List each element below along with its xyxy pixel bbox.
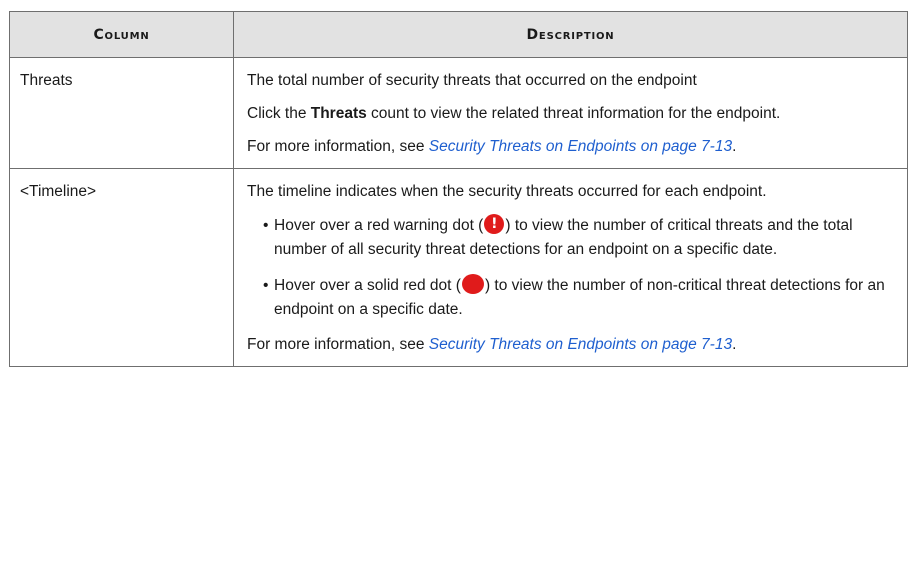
threats-bold-label: Threats	[310, 105, 367, 122]
security-threats-link[interactable]: Security Threats on Endpoints on page 7-…	[429, 336, 732, 353]
more-info-paragraph: For more information, see Security Threa…	[247, 334, 897, 356]
more-info-paragraph: For more information, see Security Threa…	[247, 136, 897, 158]
table-row-timeline: <Timeline> The timeline indicates when t…	[9, 168, 908, 367]
solid-red-dot-icon	[461, 274, 484, 294]
row-description: The total number of security threats tha…	[233, 57, 908, 169]
bullet-text: Hover over a solid red dot (	[274, 277, 461, 294]
description-paragraph: The timeline indicates when the security…	[247, 183, 767, 200]
bullet-text: Hover over a red warning dot (	[274, 217, 484, 234]
bullet-item: Hover over a red warning dot () to view …	[263, 214, 897, 262]
description-header: Description	[233, 11, 908, 58]
bullet-item: Hover over a solid red dot () to view th…	[263, 274, 897, 322]
row-column-name: <Timeline>	[9, 168, 234, 367]
table-row-threats: Threats The total number of security thr…	[9, 57, 908, 169]
paragraph-text: Click the	[247, 105, 311, 122]
paragraph-text: For more information, see	[247, 336, 429, 353]
security-threats-link[interactable]: Security Threats on Endpoints on page 7-…	[429, 138, 732, 155]
description-paragraph: Click the Threats count to view the rela…	[247, 103, 897, 125]
column-description-table: Column Description Threats The total num…	[9, 11, 908, 367]
red-warning-dot-icon	[484, 214, 505, 234]
bullet-list: Hover over a red warning dot () to view …	[247, 214, 897, 322]
paragraph-text: count to view the related threat informa…	[366, 105, 781, 122]
row-description: The timeline indicates when the security…	[233, 168, 908, 367]
paragraph-text: .	[732, 336, 737, 353]
paragraph-text: For more information, see	[247, 138, 429, 155]
description-paragraph: The total number of security threats tha…	[247, 72, 697, 89]
row-column-name: Threats	[9, 57, 234, 169]
table-header-row: Column Description	[9, 11, 908, 58]
column-header: Column	[9, 11, 234, 58]
paragraph-text: .	[732, 138, 737, 155]
